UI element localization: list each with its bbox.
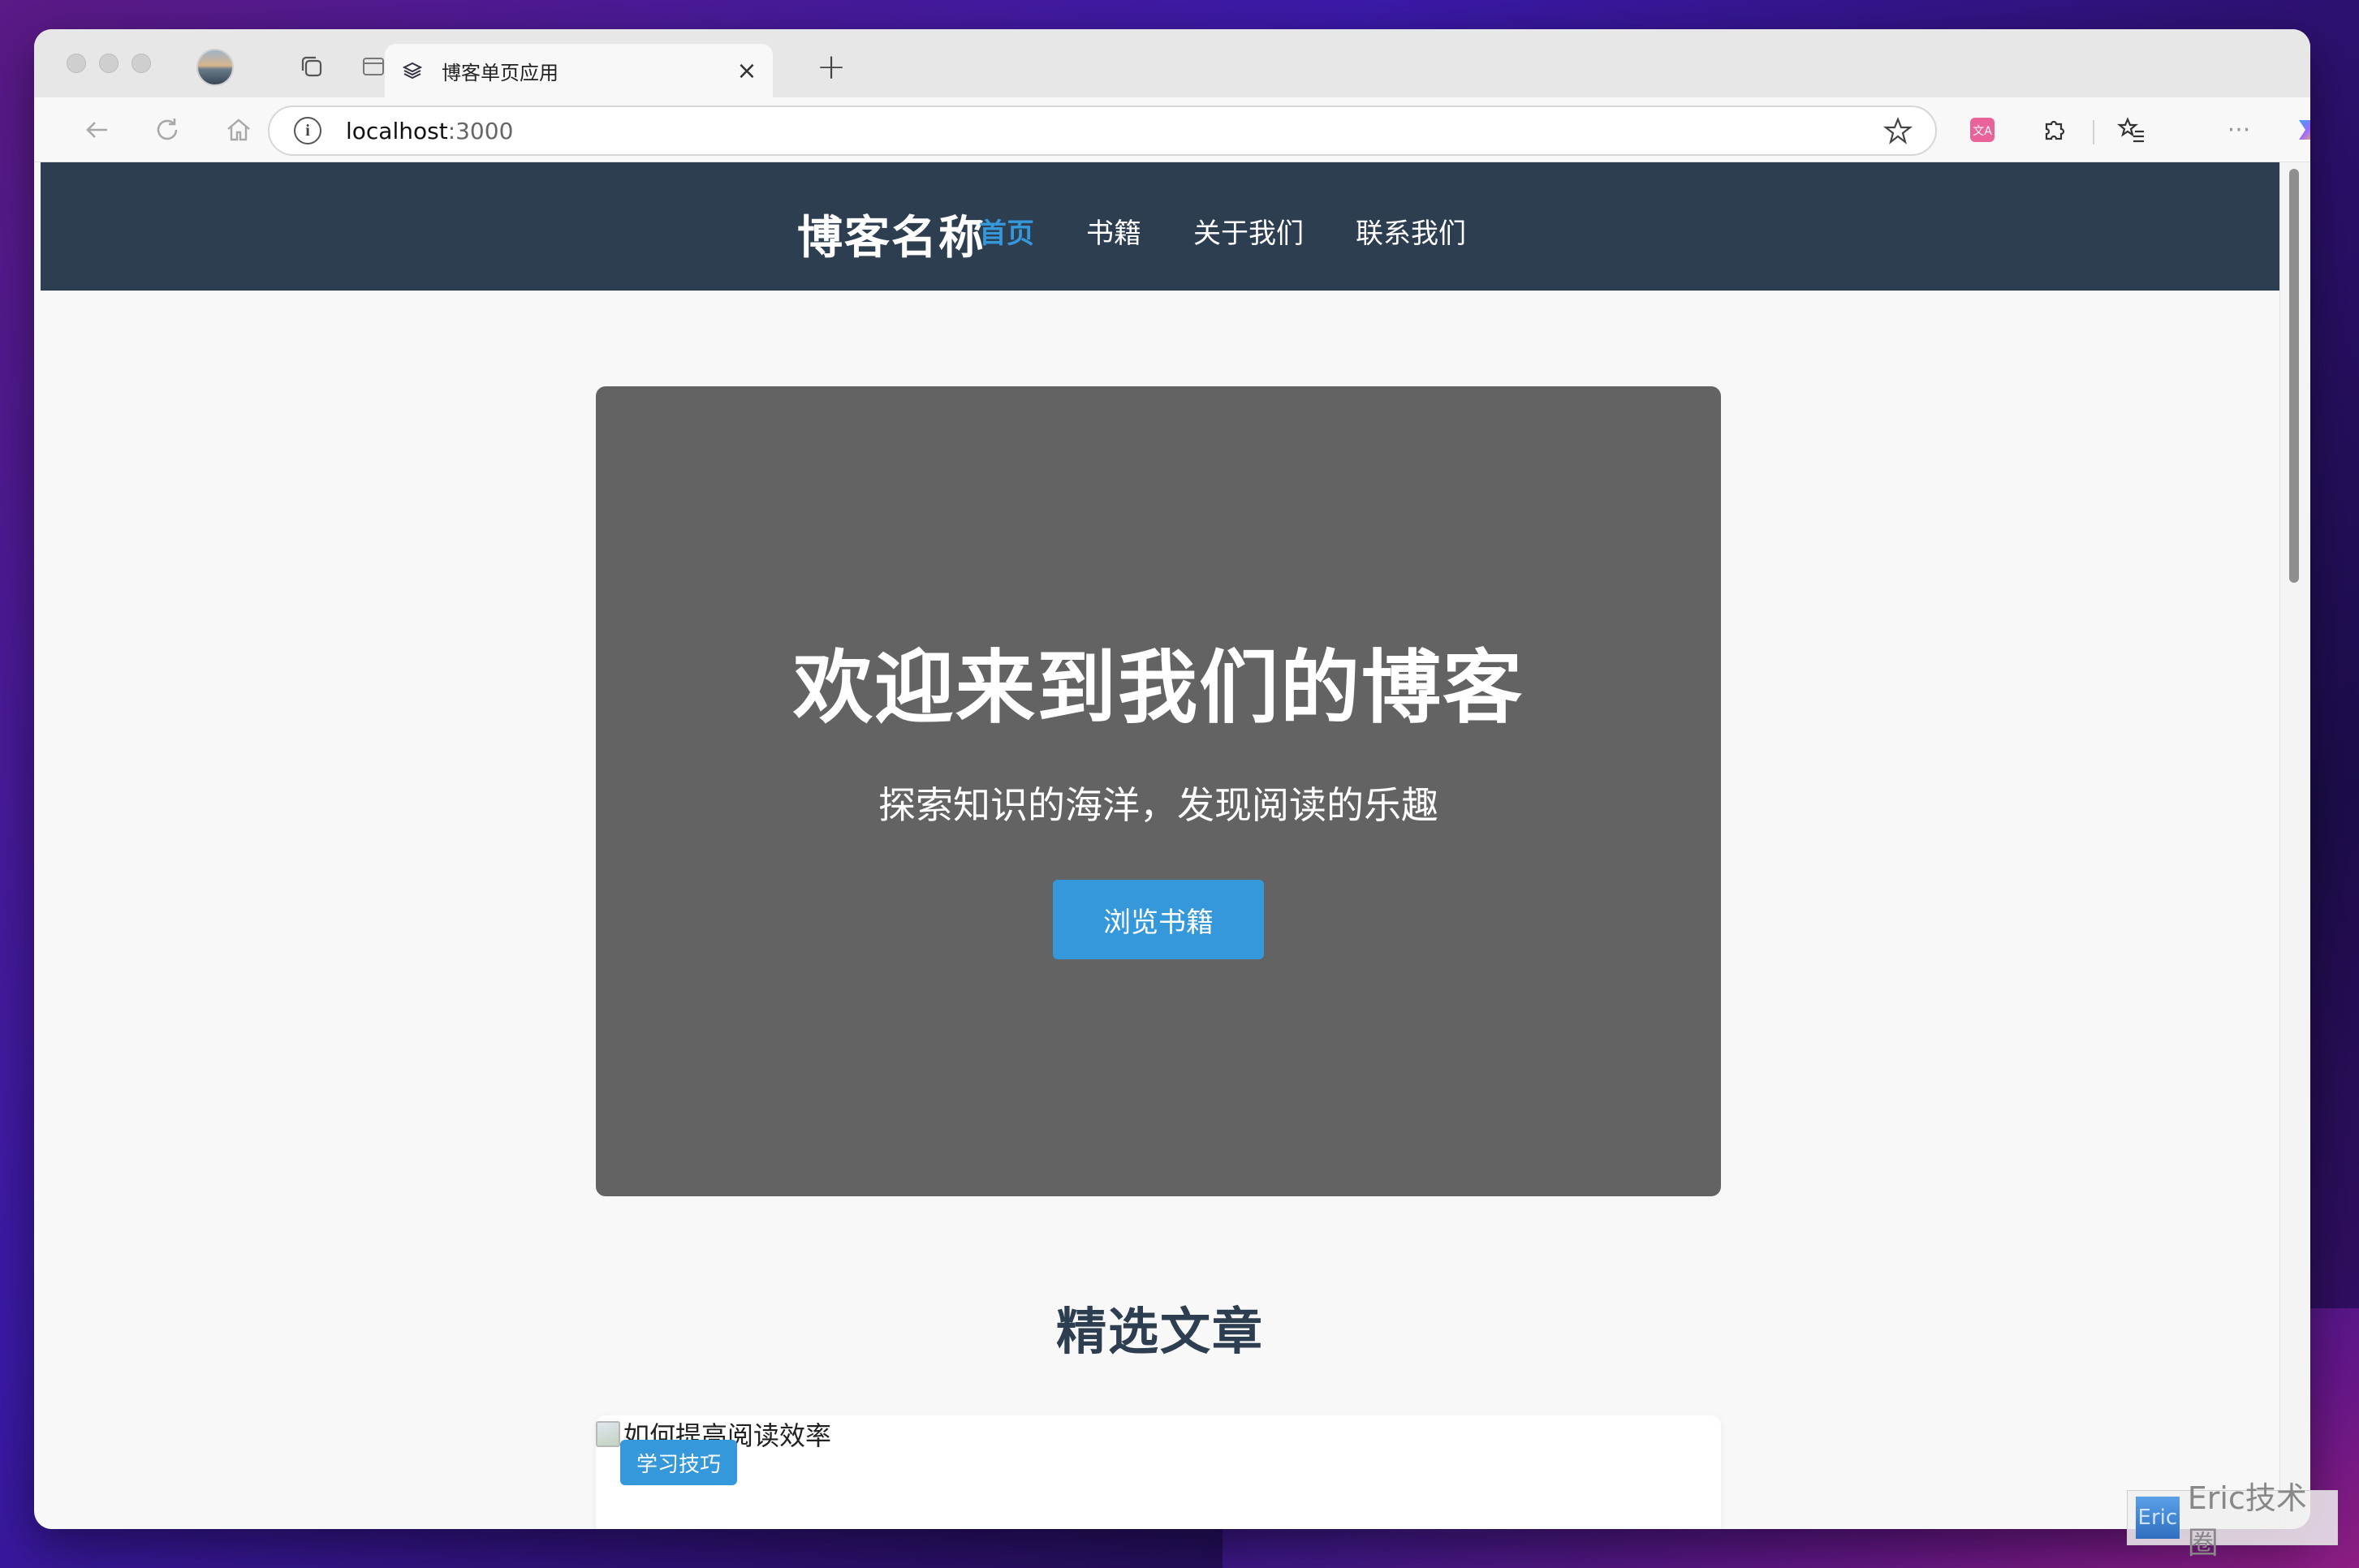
tab-active[interactable]: 博客单页应用 ×: [385, 44, 773, 97]
maximize-window-button[interactable]: [132, 54, 151, 73]
workspaces-icon[interactable]: [295, 50, 328, 83]
site-header: 博客名称 首页 书籍 关于我们 联系我们: [41, 162, 2279, 291]
broken-image-icon: [596, 1421, 620, 1447]
watermark-text: Eric技术圈: [2187, 1480, 2307, 1561]
page-viewport: 博客名称 首页 书籍 关于我们 联系我们 欢迎来到我们的博客 探索知识的海洋，发…: [41, 162, 2279, 1529]
extensions-puzzle-icon[interactable]: [2036, 112, 2072, 148]
toolbar-divider: [2093, 120, 2094, 144]
featured-section-title: 精选文章: [1055, 1302, 1264, 1361]
more-menu-icon[interactable]: ···: [2221, 112, 2257, 148]
nav-books-link[interactable]: 书籍: [1086, 211, 1141, 251]
svg-text:文A: 文A: [1973, 125, 1992, 138]
layers-icon: [401, 59, 424, 82]
browser-window: 博客单页应用 × + i localhost:3000 文A ··· 博客名称 …: [34, 29, 2310, 1529]
profile-avatar[interactable]: [196, 49, 234, 86]
article-card[interactable]: 如何提高阅读效率 学习技巧: [596, 1415, 1721, 1529]
url-text[interactable]: localhost:3000: [346, 118, 1882, 144]
browser-toolbar: i localhost:3000 文A ···: [34, 97, 2310, 162]
browse-books-button[interactable]: 浏览书籍: [1053, 880, 1264, 959]
copilot-icon[interactable]: [2289, 112, 2310, 148]
favorite-star-icon[interactable]: [1882, 114, 1914, 147]
article-category-tag[interactable]: 学习技巧: [620, 1440, 738, 1485]
site-nav: 首页 书籍 关于我们 联系我们: [979, 211, 1518, 251]
minimize-window-button[interactable]: [99, 54, 119, 73]
tab-title: 博客单页应用: [442, 61, 558, 84]
hero-subtitle: 探索知识的海洋，发现阅读的乐趣: [878, 783, 1438, 827]
site-brand[interactable]: 博客名称: [797, 201, 985, 267]
watermark-logo: Eric: [2136, 1497, 2180, 1539]
new-tab-button[interactable]: +: [813, 46, 849, 88]
address-bar[interactable]: i localhost:3000: [268, 106, 1937, 156]
back-arrow-icon[interactable]: [80, 112, 115, 148]
nav-contact-link[interactable]: 联系我们: [1356, 211, 1466, 251]
scrollbar-thumb[interactable]: [2289, 169, 2299, 583]
watermark: Eric Eric技术圈: [2127, 1480, 2338, 1561]
hero-title: 欢迎来到我们的博客: [792, 642, 1524, 734]
close-tab-icon[interactable]: ×: [731, 54, 763, 87]
hero-banner: 欢迎来到我们的博客 探索知识的海洋，发现阅读的乐趣 浏览书籍: [596, 386, 1721, 1196]
tab-bar: 博客单页应用 × +: [34, 29, 2310, 97]
favorites-list-icon[interactable]: [2114, 112, 2150, 148]
home-icon[interactable]: [221, 112, 257, 148]
nav-home-link[interactable]: 首页: [979, 211, 1034, 251]
translate-extension-icon[interactable]: 文A: [1964, 112, 2000, 148]
reload-icon[interactable]: [149, 112, 185, 148]
close-window-button[interactable]: [67, 54, 86, 73]
nav-about-link[interactable]: 关于我们: [1193, 211, 1304, 251]
site-info-icon[interactable]: i: [294, 117, 321, 144]
